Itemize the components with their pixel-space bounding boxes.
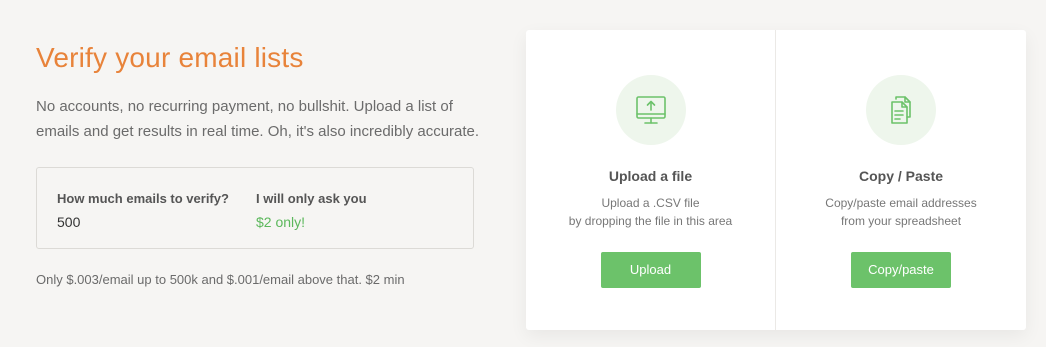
upload-button[interactable]: Upload <box>600 252 701 288</box>
upload-file-title: Upload a file <box>608 168 693 184</box>
copy-paste-panel: Copy / Paste Copy/paste email addresses … <box>776 30 1026 330</box>
price-calculator: How much emails to verify? I will only a… <box>36 167 474 249</box>
copy-desc-line-2: from your spreadsheet <box>840 214 962 228</box>
quantity-column: How much emails to verify? <box>57 191 229 231</box>
upload-desc-line-1: Upload a .CSV file <box>601 196 700 210</box>
quantity-label: How much emails to verify? <box>57 191 229 206</box>
upload-card: Upload a file Upload a .CSV file by drop… <box>526 30 1026 330</box>
copy-documents-icon <box>891 96 911 124</box>
pricing-note: Only $.003/email up to 500k and $.001/em… <box>36 272 405 287</box>
intro-text: No accounts, no recurring payment, no bu… <box>36 98 480 140</box>
monitor-upload-icon <box>635 96 666 124</box>
copy-desc-line-1: Copy/paste email addresses <box>825 196 977 210</box>
upload-icon-circle <box>615 75 686 145</box>
price-value: $2 only! <box>256 214 306 230</box>
email-quantity-input[interactable] <box>57 213 217 231</box>
upload-file-panel[interactable]: Upload a file Upload a .CSV file by drop… <box>526 30 776 330</box>
copy-paste-title: Copy / Paste <box>858 168 944 184</box>
upload-file-description: Upload a .CSV file by dropping the file … <box>526 194 775 230</box>
copy-paste-description: Copy/paste email addresses from your spr… <box>776 194 1026 230</box>
intro-section: Verify your email lists No accounts, no … <box>36 40 486 289</box>
price-label: I will only ask you <box>256 191 367 206</box>
price-column: I will only ask you $2 only! <box>256 191 367 231</box>
page-title: Verify your email lists <box>36 42 304 73</box>
copy-paste-button[interactable]: Copy/paste <box>851 252 951 288</box>
copy-icon-circle <box>866 75 936 145</box>
upload-desc-line-2: by dropping the file in this area <box>568 214 733 228</box>
